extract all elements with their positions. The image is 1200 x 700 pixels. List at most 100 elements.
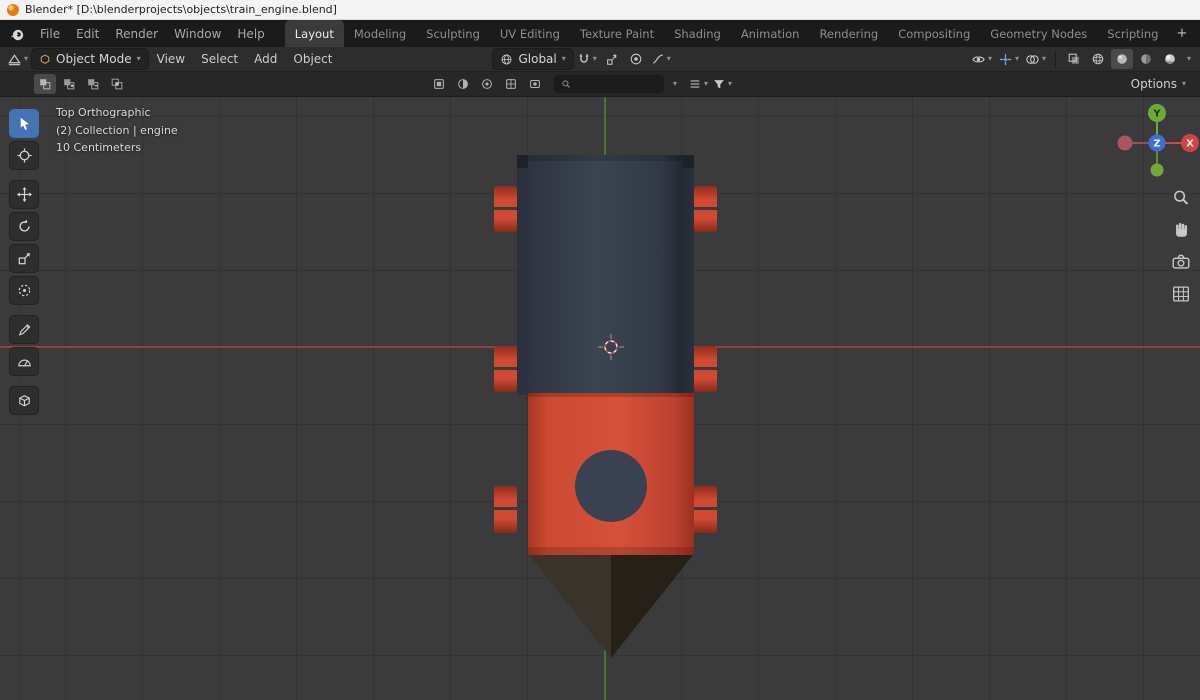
- overlays-dropdown[interactable]: ▾: [1023, 49, 1048, 69]
- tab-shading[interactable]: Shading: [664, 20, 731, 47]
- object-mode-icon: [40, 54, 50, 64]
- snapping-toggle[interactable]: ▾: [575, 49, 599, 69]
- tab-sculpting[interactable]: Sculpting: [416, 20, 490, 47]
- solid-sphere-icon: [1117, 54, 1127, 64]
- grid-view-button[interactable]: [1168, 281, 1194, 307]
- orientation-label: Global: [518, 52, 557, 66]
- options-dropdown[interactable]: Options ▾: [1125, 74, 1192, 94]
- annotate-pen-icon: [18, 324, 30, 336]
- navigation-gizmo[interactable]: Y X Z: [1115, 101, 1199, 183]
- tab-animation[interactable]: Animation: [731, 20, 810, 47]
- transform-orientation-dropdown[interactable]: Global ▾: [493, 49, 573, 69]
- proportional-falloff-dropdown[interactable]: ▾: [649, 49, 673, 69]
- gizmo-y-neg-ball[interactable]: [1150, 163, 1164, 177]
- toggle-icon-3[interactable]: [476, 74, 498, 94]
- shading-wireframe-button[interactable]: [1087, 49, 1109, 69]
- collection-object-label: (2) Collection | engine: [56, 123, 178, 137]
- viewport-3d[interactable]: Top Orthographic (2) Collection | engine…: [0, 97, 1200, 700]
- viewport-header: ▾ Object Mode ▾ View Select Add Object G…: [0, 47, 1200, 72]
- menu-add[interactable]: Add: [247, 49, 284, 69]
- tab-rendering[interactable]: Rendering: [809, 20, 888, 47]
- toggle-icon-1[interactable]: [428, 74, 450, 94]
- show-gizmo-dropdown[interactable]: ▾: [996, 49, 1021, 69]
- tool-move[interactable]: [9, 180, 39, 209]
- tool-add-cube[interactable]: [9, 386, 39, 415]
- menu-help[interactable]: Help: [229, 23, 272, 45]
- editor-type-button[interactable]: ▾: [5, 49, 30, 69]
- toggle-icon-4[interactable]: [500, 74, 522, 94]
- snap-target-button[interactable]: [601, 49, 623, 69]
- select-mode-subtract-button[interactable]: [82, 74, 104, 94]
- editor-3d-viewport-icon: [8, 53, 21, 65]
- menu-view[interactable]: View: [150, 49, 192, 69]
- overlays-icon: [1026, 54, 1039, 64]
- train-engine-object[interactable]: [494, 155, 717, 658]
- chevron-down-icon: ▾: [666, 54, 671, 63]
- rendered-sphere-icon: [1165, 54, 1175, 64]
- proportional-editing-toggle[interactable]: [625, 49, 647, 69]
- tool-box-select[interactable]: [9, 109, 39, 138]
- toggle-icon-2[interactable]: [452, 74, 474, 94]
- menu-render[interactable]: Render: [107, 23, 166, 45]
- menu-object[interactable]: Object: [286, 49, 339, 69]
- cab-roof-circle: [575, 450, 647, 522]
- snap-target-icon: [606, 54, 617, 65]
- menu-select[interactable]: Select: [194, 49, 245, 69]
- move-icon: [16, 186, 32, 203]
- shading-material-button[interactable]: [1135, 49, 1157, 69]
- xray-toggle[interactable]: [1063, 49, 1085, 69]
- proportional-editing-icon: [630, 53, 642, 65]
- display-mode-dropdown[interactable]: ▾: [686, 74, 710, 94]
- zoom-button[interactable]: [1168, 185, 1194, 211]
- camera-view-button[interactable]: [1168, 249, 1194, 275]
- search-input[interactable]: [576, 77, 657, 91]
- tool-rotate[interactable]: [9, 212, 39, 241]
- tool-transform[interactable]: [9, 276, 39, 305]
- blender-menu-button[interactable]: [6, 26, 32, 42]
- tab-uv-editing[interactable]: UV Editing: [490, 20, 570, 47]
- tool-cursor[interactable]: [9, 141, 39, 170]
- filter-dropdown[interactable]: ▾: [710, 74, 734, 94]
- select-mode-extend-button[interactable]: [58, 74, 80, 94]
- add-workspace-button[interactable]: +: [1168, 20, 1195, 47]
- divider: [1054, 51, 1056, 67]
- tab-layout[interactable]: Layout: [284, 20, 344, 47]
- gizmo-x-label: X: [1186, 139, 1194, 150]
- title-bar: Blender* [D:\blenderprojects\objects\tra…: [0, 0, 1200, 20]
- viewport-canvas[interactable]: [0, 97, 1200, 700]
- menu-window[interactable]: Window: [166, 23, 229, 45]
- material-sphere-icon: [1141, 54, 1151, 64]
- shading-rendered-button[interactable]: [1159, 49, 1181, 69]
- tool-annotate[interactable]: [9, 315, 39, 344]
- train-boiler: [517, 155, 694, 395]
- menu-file[interactable]: File: [32, 23, 68, 45]
- view-name-label: Top Orthographic: [56, 106, 151, 119]
- tab-scripting[interactable]: Scripting: [1097, 20, 1168, 47]
- gizmo-x-neg-ball[interactable]: [1117, 135, 1133, 151]
- search-options-dropdown[interactable]: ▾: [664, 74, 686, 94]
- pan-button[interactable]: [1168, 217, 1194, 243]
- search-icon: [562, 80, 570, 88]
- toggle-icon-5[interactable]: [524, 74, 546, 94]
- tab-compositing[interactable]: Compositing: [888, 20, 980, 47]
- tool-scale[interactable]: [9, 244, 39, 273]
- select-cursor-icon: [20, 117, 29, 130]
- search-field[interactable]: [554, 75, 664, 93]
- tab-geometry-nodes[interactable]: Geometry Nodes: [980, 20, 1097, 47]
- scene-selector[interactable]: ▾ Scene: [1195, 25, 1200, 43]
- tab-texture-paint[interactable]: Texture Paint: [570, 20, 664, 47]
- menu-edit[interactable]: Edit: [68, 23, 107, 45]
- window-title: Blender* [D:\blenderprojects\objects\tra…: [25, 3, 337, 16]
- chevron-down-icon: ▾: [728, 79, 733, 88]
- tab-modeling[interactable]: Modeling: [344, 20, 416, 47]
- select-mode-set-button[interactable]: [34, 74, 56, 94]
- object-mode-dropdown[interactable]: Object Mode ▾: [32, 49, 148, 69]
- select-mode-intersect-button[interactable]: [106, 74, 128, 94]
- top-menu-bar: File Edit Render Window Help Layout Mode…: [0, 20, 1200, 47]
- gizmo-arrows-icon: [999, 53, 1012, 65]
- tool-measure[interactable]: [9, 347, 39, 376]
- add-cube-icon: [18, 395, 30, 407]
- object-visibility-dropdown[interactable]: ▾: [969, 49, 994, 69]
- shading-solid-button[interactable]: [1110, 49, 1133, 69]
- chevron-down-icon: ▾: [704, 79, 709, 88]
